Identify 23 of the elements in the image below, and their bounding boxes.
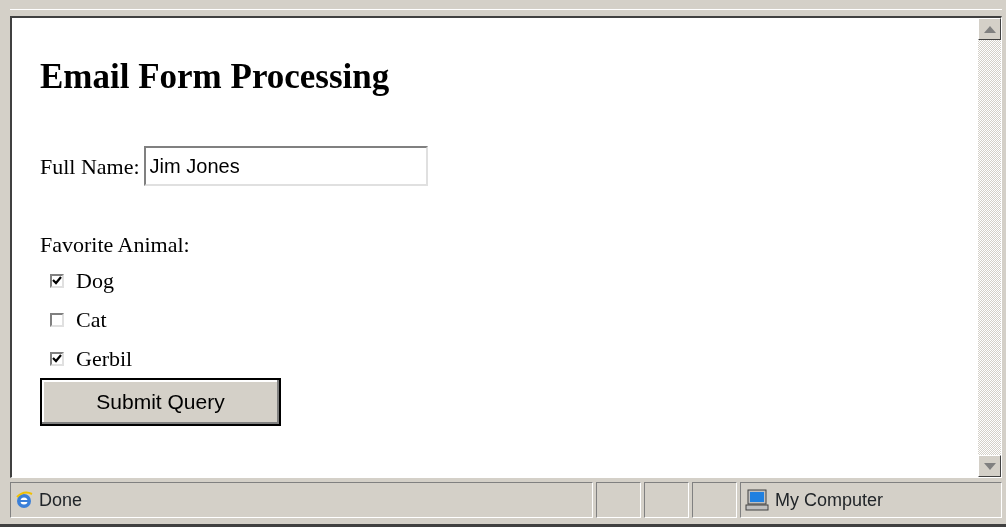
down-arrow-icon — [983, 462, 996, 470]
page-heading: Email Form Processing — [40, 56, 391, 98]
group-label: Favorite Animal: — [40, 231, 191, 259]
status-pane — [596, 482, 641, 518]
browser-logo-icon — [15, 491, 33, 509]
up-arrow-icon — [983, 25, 996, 33]
checkbox[interactable] — [50, 351, 64, 366]
status-pane — [692, 482, 737, 518]
vertical-scrollbar[interactable] — [978, 18, 1001, 477]
checkbox[interactable] — [50, 312, 64, 327]
scroll-down-button[interactable] — [978, 455, 1001, 477]
name-input-field[interactable]: Jim Jones — [143, 146, 428, 186]
field-label: Full Name: — [40, 152, 140, 181]
status-text: Done — [39, 488, 83, 512]
checkbox-label: Gerbil — [76, 345, 133, 373]
status-pane — [644, 482, 689, 518]
checkbox-label: Dog — [76, 267, 114, 295]
checkbox-label: Cat — [76, 306, 107, 334]
checkbox[interactable] — [50, 273, 64, 288]
submit-button[interactable]: Submit Query — [40, 378, 281, 426]
scroll-up-button[interactable] — [978, 18, 1001, 40]
zone-text: My Computer — [775, 488, 884, 512]
computer-icon — [745, 489, 769, 511]
